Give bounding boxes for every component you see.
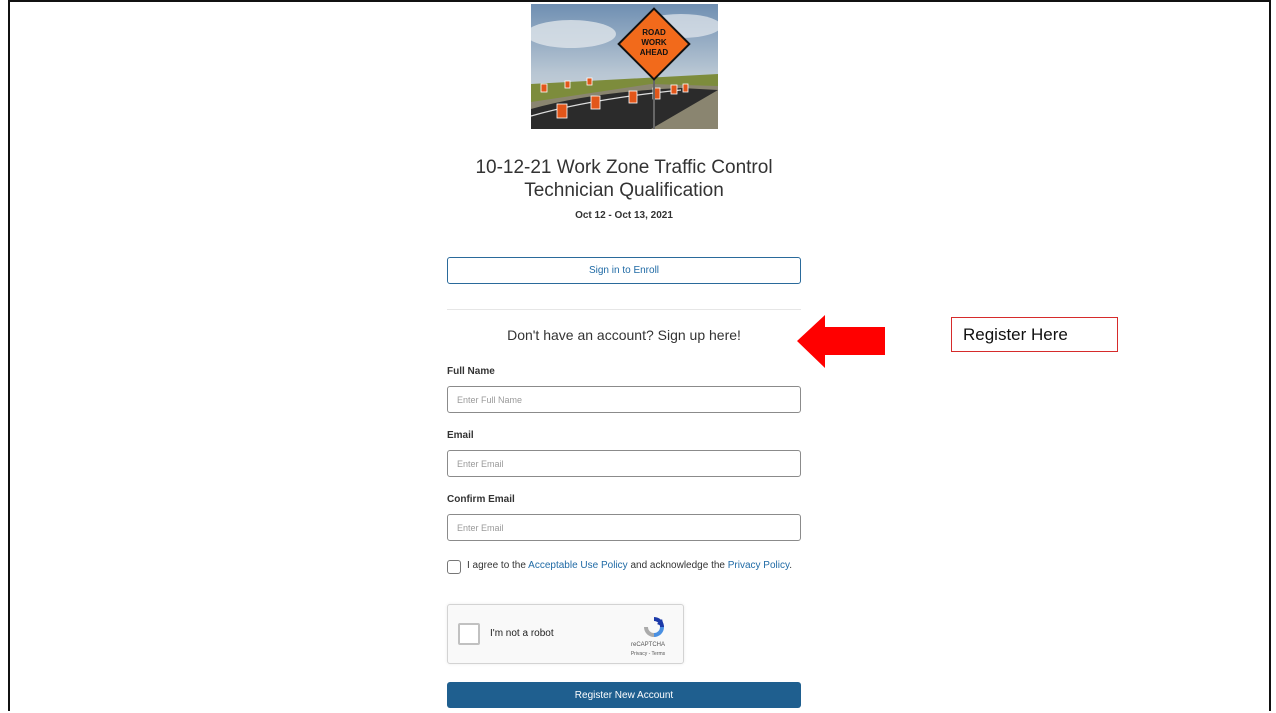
course-dates: Oct 12 - Oct 13, 2021 — [575, 210, 673, 221]
full-name-label: Full Name — [447, 366, 495, 377]
policy-agreement-text: I agree to the Acceptable Use Policy and… — [467, 560, 792, 572]
email-label: Email — [447, 430, 474, 441]
agree-middle: and acknowledge the — [627, 560, 728, 571]
acceptable-use-policy-link[interactable]: Acceptable Use Policy — [528, 560, 628, 571]
agree-suffix: . — [789, 560, 793, 571]
confirm-email-label: Confirm Email — [447, 494, 515, 505]
email-input[interactable] — [447, 450, 801, 477]
privacy-policy-link[interactable]: Privacy Policy — [728, 560, 790, 571]
confirm-email-input[interactable] — [447, 514, 801, 541]
course-title: 10-12-21 Work Zone Traffic Control Techn… — [475, 157, 773, 201]
recaptcha-links[interactable]: Privacy - Terms — [618, 651, 678, 657]
sign-in-to-enroll-button[interactable]: Sign in to Enroll — [447, 257, 801, 284]
recaptcha-label: I'm not a robot — [490, 628, 554, 639]
policy-agree-checkbox[interactable] — [447, 560, 461, 574]
policy-agreement-row: I agree to the Acceptable Use Policy and… — [447, 560, 801, 574]
sign-line-1: ROAD — [642, 28, 666, 37]
red-arrow-icon — [797, 315, 885, 368]
register-new-account-button[interactable]: Register New Account — [447, 682, 801, 708]
recaptcha-checkbox[interactable] — [458, 623, 480, 645]
agree-prefix: I agree to the — [467, 560, 529, 571]
sign-line-3: AHEAD — [640, 48, 669, 57]
recaptcha-brand: reCAPTCHA — [630, 642, 665, 648]
recaptcha-logo-icon — [644, 617, 664, 637]
recaptcha-widget: I'm not a robot reCAPTCHA Privacy - Term… — [447, 604, 684, 664]
section-divider — [447, 309, 801, 310]
sign-line-2: WORK — [641, 38, 667, 47]
full-name-input[interactable] — [447, 386, 801, 413]
course-hero-image: ROAD WORK AHEAD — [531, 4, 718, 129]
register-here-callout: Register Here — [951, 317, 1118, 352]
signup-heading: Don't have an account? Sign up here! — [507, 327, 741, 343]
